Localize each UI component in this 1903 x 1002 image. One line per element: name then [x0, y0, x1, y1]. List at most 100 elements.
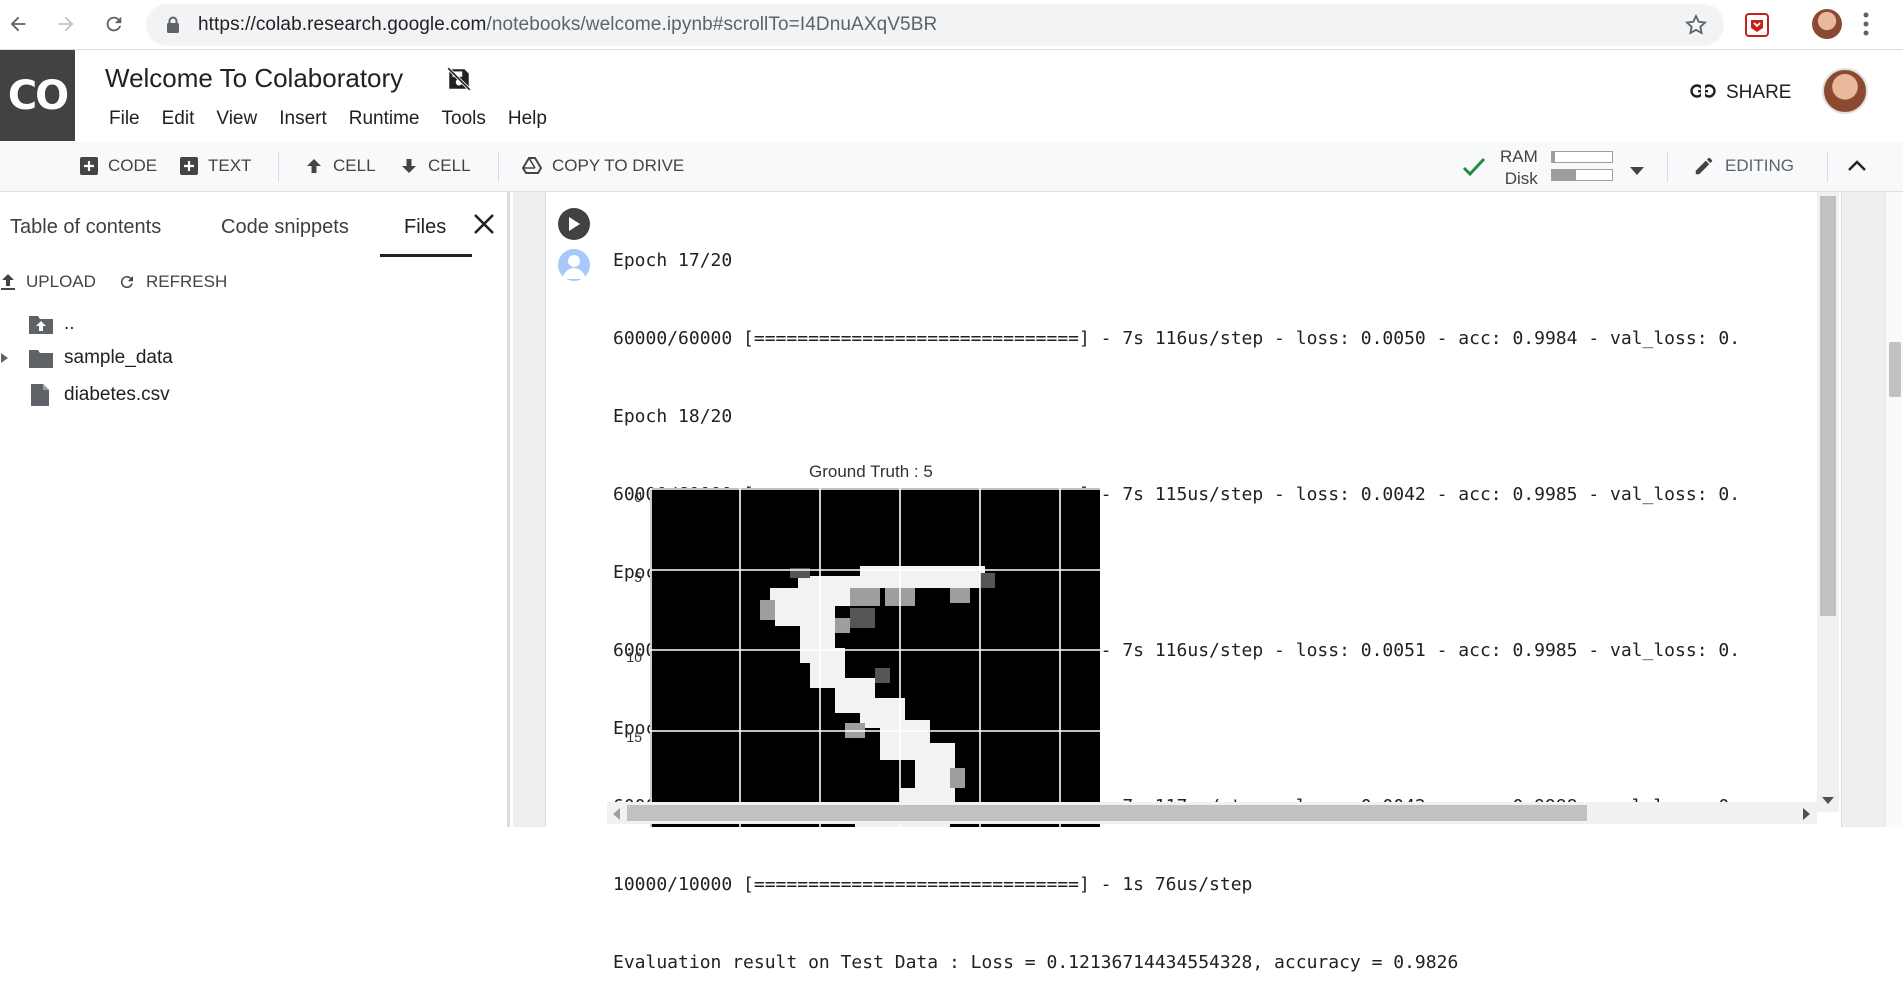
menu-insert[interactable]: Insert — [279, 108, 327, 130]
folder-icon — [29, 350, 53, 368]
toolbar-divider — [1667, 152, 1668, 182]
toolbar-divider — [498, 152, 499, 182]
cell-down-label: CELL — [428, 156, 471, 175]
bookmark-star-icon[interactable] — [1684, 13, 1708, 42]
browser-toolbar: https://colab.research.google.com/notebo… — [0, 0, 1903, 50]
expand-arrow-icon — [1, 353, 8, 363]
output-horizontal-scrollbar[interactable] — [607, 802, 1817, 824]
add-code-label: CODE — [108, 156, 158, 175]
connected-check-icon — [1462, 156, 1486, 183]
output-line: 60000/60000 [===========================… — [613, 328, 1741, 349]
add-text-label: TEXT — [208, 156, 252, 175]
menu-bar: File Edit View Insert Runtime Tools Help — [109, 108, 569, 130]
menu-runtime[interactable]: Runtime — [349, 108, 420, 130]
arrow-down-icon — [402, 159, 416, 173]
add-box-icon — [80, 157, 98, 175]
page-scrollbar[interactable] — [1885, 192, 1903, 827]
toolbar-divider — [1827, 152, 1828, 182]
menu-edit[interactable]: Edit — [162, 108, 195, 130]
resource-labels: RAM Disk — [1500, 146, 1538, 190]
url-text: https://colab.research.google.com/notebo… — [198, 14, 937, 36]
y-tick-label: 0 — [634, 489, 642, 505]
arrow-up-icon — [307, 159, 321, 173]
disk-usage-fill — [1552, 170, 1576, 180]
notebook-title[interactable]: Welcome To Colaboratory — [105, 63, 403, 94]
browser-profile-avatar[interactable] — [1812, 9, 1842, 39]
disk-usage-bar[interactable] — [1551, 169, 1613, 181]
active-tab-indicator — [380, 254, 472, 257]
move-cell-down-button[interactable]: CELL — [400, 156, 471, 176]
ram-label: RAM — [1500, 147, 1538, 166]
forward-icon[interactable] — [48, 6, 84, 42]
run-cell-button[interactable] — [558, 208, 590, 240]
y-tick-label: 15 — [626, 729, 642, 745]
share-button[interactable]: SHARE — [1690, 82, 1791, 104]
side-panel-tabs: Table of contents Code snippets Files — [0, 192, 507, 257]
reload-icon[interactable] — [96, 6, 132, 42]
output-line: 10000/10000 [===========================… — [613, 874, 1253, 895]
menu-tools[interactable]: Tools — [442, 108, 486, 130]
colab-logo[interactable]: CO — [0, 50, 75, 141]
scroll-down-arrow-icon[interactable] — [1822, 792, 1834, 810]
output-line: Epoch 18/20 — [613, 406, 733, 427]
output-vertical-scrollbar[interactable] — [1817, 192, 1839, 812]
file-icon — [31, 384, 49, 406]
tab-table-of-contents[interactable]: Table of contents — [10, 216, 161, 239]
scrollbar-thumb[interactable] — [1889, 342, 1901, 397]
toolbar-divider — [278, 152, 279, 182]
menu-view[interactable]: View — [216, 108, 257, 130]
add-box-icon — [180, 157, 198, 175]
lock-icon — [166, 16, 180, 39]
refresh-button[interactable]: REFRESH — [118, 272, 227, 292]
back-icon[interactable] — [0, 6, 36, 42]
side-panel: Table of contents Code snippets Files UP… — [0, 192, 510, 827]
not-saved-drive-icon[interactable] — [446, 66, 472, 97]
resources-dropdown-icon[interactable] — [1630, 162, 1644, 180]
file-row-parent[interactable]: .. — [28, 313, 75, 335]
ram-usage-fill — [1552, 152, 1555, 162]
editing-label: EDITING — [1725, 156, 1794, 175]
output-line: Evaluation result on Test Data : Loss = … — [613, 952, 1459, 973]
close-panel-icon[interactable] — [472, 212, 496, 241]
share-label: SHARE — [1726, 82, 1792, 103]
y-tick-label: 5 — [634, 569, 642, 585]
folder-up-icon — [29, 316, 53, 334]
tab-code-snippets[interactable]: Code snippets — [221, 216, 349, 239]
y-tick-label: 10 — [626, 649, 642, 665]
move-cell-up-button[interactable]: CELL — [305, 156, 376, 176]
collapse-header-icon[interactable] — [1848, 159, 1866, 177]
extension-icon[interactable] — [1744, 12, 1770, 43]
upload-icon — [1, 274, 15, 290]
file-name: .. — [64, 313, 75, 334]
url-host: https://colab.research.google.com — [198, 14, 487, 35]
ram-usage-bar[interactable] — [1551, 151, 1613, 163]
more-vert-icon[interactable] — [1862, 10, 1870, 43]
scroll-left-arrow-icon[interactable] — [612, 807, 620, 825]
scrollbar-thumb[interactable] — [627, 805, 1587, 821]
upload-label: UPLOAD — [26, 272, 96, 291]
refresh-icon — [120, 276, 133, 289]
address-bar[interactable]: https://colab.research.google.com/notebo… — [146, 4, 1724, 46]
editing-mode-button[interactable]: EDITING — [1693, 155, 1794, 177]
tab-files[interactable]: Files — [404, 216, 446, 239]
cell-executor-avatar-icon — [558, 249, 590, 281]
file-name: diabetes.csv — [64, 384, 170, 405]
account-avatar[interactable] — [1822, 68, 1868, 114]
file-row-diabetes-csv[interactable]: diabetes.csv — [30, 383, 170, 407]
add-text-button[interactable]: TEXT — [180, 156, 251, 176]
menu-file[interactable]: File — [109, 108, 140, 130]
cell-up-label: CELL — [333, 156, 376, 175]
scrollbar-thumb[interactable] — [1820, 196, 1836, 616]
menu-help[interactable]: Help — [508, 108, 547, 130]
drive-icon — [522, 157, 542, 174]
add-code-button[interactable]: CODE — [80, 156, 157, 176]
upload-button[interactable]: UPLOAD — [0, 272, 96, 292]
file-name: sample_data — [64, 347, 173, 368]
file-row-sample-data[interactable]: sample_data — [0, 347, 173, 369]
copy-to-drive-button[interactable]: COPY TO DRIVE — [522, 156, 684, 176]
scroll-right-arrow-icon[interactable] — [1803, 807, 1811, 825]
url-path: /notebooks/welcome.ipynb#scrollTo=I4DnuA… — [486, 14, 938, 35]
link-icon — [1690, 82, 1716, 104]
copy-to-drive-label: COPY TO DRIVE — [552, 156, 685, 175]
notebook-toolbar: CODE TEXT CELL CELL COPY TO DRIVE RAM Di… — [0, 142, 1903, 192]
